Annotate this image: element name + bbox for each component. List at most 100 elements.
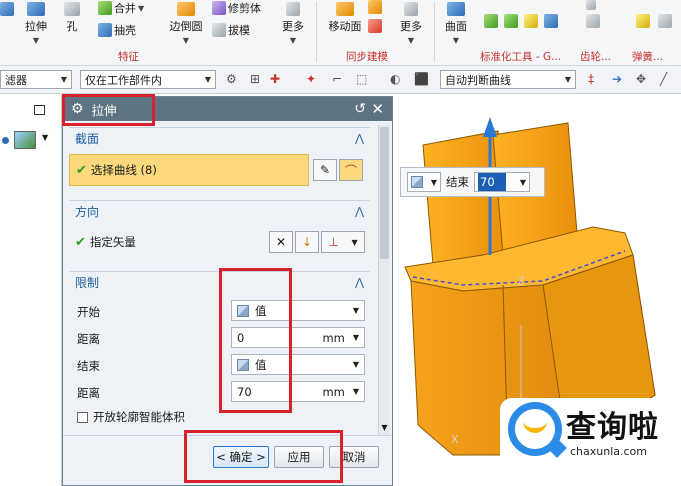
draft-label: 拔模 xyxy=(228,24,250,37)
shell-icon xyxy=(98,23,112,37)
chevron-down-icon[interactable]: ▼ xyxy=(42,133,48,142)
vector-type-select[interactable]: ⊥ ▼ xyxy=(321,231,365,253)
dialog-scrollbar[interactable]: ▼ xyxy=(378,125,390,435)
curve-rule-select[interactable]: 自动判断曲线 ▼ xyxy=(440,70,576,89)
apply-button[interactable]: 应用 xyxy=(274,446,324,468)
select-curve-row[interactable]: ✔ 选择曲线 (8) xyxy=(69,154,309,186)
sketch-section-button[interactable]: ✎ xyxy=(313,159,337,181)
value-icon xyxy=(237,304,249,317)
shell-button[interactable]: 抽壳 xyxy=(98,22,136,38)
scrollbar-thumb[interactable] xyxy=(380,127,389,259)
start-distance-input[interactable]: 0 mm ▼ xyxy=(231,327,365,348)
draft-button[interactable]: 拔模 xyxy=(212,22,250,38)
chevron-down-icon: ▼ xyxy=(430,177,437,187)
vector-arrowhead xyxy=(483,117,497,137)
draft-icon xyxy=(212,23,226,37)
shell-label: 抽壳 xyxy=(114,24,136,37)
box-select-icon[interactable]: ⬚ xyxy=(356,72,367,86)
chevron-down-icon: ▼ xyxy=(138,3,145,13)
section-header[interactable]: 截面 ⋀ xyxy=(69,127,370,149)
maximize-icon[interactable] xyxy=(34,105,45,115)
end-type-select[interactable]: ▼ xyxy=(407,172,441,192)
reverse-direction-button[interactable]: ✕ xyxy=(269,231,293,253)
cube-view-icon[interactable]: ⬛ xyxy=(414,72,429,86)
close-icon[interactable]: ✕ xyxy=(371,100,384,118)
more-button-1[interactable]: 更多 ▼ xyxy=(280,2,306,45)
chevron-up-icon[interactable]: ⋀ xyxy=(355,132,364,145)
combine-button[interactable]: 合并 ▼ xyxy=(98,0,144,16)
point-icon[interactable]: ✚ xyxy=(270,72,280,86)
sync-small-icons[interactable] xyxy=(368,0,382,33)
end-value: 值 xyxy=(255,357,267,372)
replace-face-icon xyxy=(368,0,382,14)
snap-icon[interactable]: ⚙ xyxy=(226,72,237,86)
value-icon xyxy=(411,176,423,188)
filter-select[interactable]: 滤器 ▼ xyxy=(0,70,72,89)
more-label-1: 更多 xyxy=(282,20,304,33)
scroll-down-icon[interactable]: ▼ xyxy=(379,423,390,435)
open-profile-checkbox[interactable] xyxy=(77,411,88,423)
move-face-button[interactable]: 移动面 xyxy=(326,2,364,34)
trim-body-icon xyxy=(212,1,226,15)
divider xyxy=(63,435,392,436)
more-button-2[interactable]: 更多 ▼ xyxy=(398,2,424,45)
limits-header[interactable]: 限制 ⋀ xyxy=(69,271,370,293)
end-distance-input[interactable]: 70 mm ▼ xyxy=(231,381,365,402)
stretch-label: 拉伸 xyxy=(25,20,47,33)
end-select[interactable]: 值 ▼ xyxy=(231,354,365,375)
scope-select[interactable]: 仅在工作部件内 ▼ xyxy=(80,70,216,89)
stretch-button[interactable]: 拉伸 ▼ xyxy=(22,2,50,45)
surface-icon xyxy=(447,2,465,16)
point-snap-icon[interactable]: ✦ xyxy=(306,72,316,86)
view-icon[interactable]: ◐ xyxy=(390,72,400,86)
chevron-up-icon[interactable]: ⋀ xyxy=(355,276,364,289)
vector-dialog-button[interactable]: ↓ xyxy=(295,231,319,253)
gear-icon-button[interactable] xyxy=(586,14,600,28)
std-tools-icons[interactable] xyxy=(484,14,558,28)
curve-icon: ⌒ xyxy=(344,163,357,178)
snap-point-icon[interactable]: ‡ xyxy=(588,72,594,86)
direction-header[interactable]: 方向 ⋀ xyxy=(69,200,370,222)
select-icon[interactable]: ⊞ xyxy=(250,72,260,86)
arrow-right-icon[interactable]: ➔ xyxy=(612,72,622,86)
more-label-2: 更多 xyxy=(400,20,422,33)
curve-button[interactable]: 曲面 ▼ xyxy=(442,2,470,45)
combine-label: 合并 xyxy=(114,2,136,15)
ok-button[interactable]: < 确定 > xyxy=(213,446,269,468)
select-curve-label: 选择曲线 (8) xyxy=(90,163,157,177)
edge-blend-button[interactable]: 边倒圆 ▼ xyxy=(168,2,204,45)
hole-button[interactable]: 孔 xyxy=(62,2,82,34)
step-icon[interactable]: ⌐ xyxy=(332,72,342,86)
group-feature-label: 特征 xyxy=(118,51,139,63)
distance-label-1: 距离 xyxy=(77,332,100,346)
open-profile-row[interactable]: 开放轮廓智能体积 xyxy=(69,408,370,426)
end-distance-popup[interactable]: ▼ 结束 70 ▼ xyxy=(400,167,545,197)
more-icon xyxy=(404,2,418,16)
chevron-down-icon: ▼ xyxy=(352,360,359,369)
end-popup-input[interactable]: 70 ▼ xyxy=(474,172,530,192)
limits-header-label: 限制 xyxy=(75,276,100,290)
axis-x-label: X xyxy=(451,433,459,446)
cancel-button[interactable]: 取消 xyxy=(329,446,379,468)
chevron-up-icon[interactable]: ⋀ xyxy=(355,205,364,218)
line-icon[interactable]: ╱ xyxy=(660,72,667,86)
check-icon: ✔ xyxy=(75,234,86,250)
top-small-icons[interactable] xyxy=(586,0,596,10)
gear-icon xyxy=(586,14,600,28)
dialog-titlebar[interactable]: ⚙ 拉伸 ↺ ✕ xyxy=(63,97,392,121)
more-icon xyxy=(286,2,300,16)
sketch-icon: ✎ xyxy=(319,163,331,177)
hole-label: 孔 xyxy=(66,20,78,33)
chevron-down-icon: ▼ xyxy=(182,36,190,45)
start-select[interactable]: 值 ▼ xyxy=(231,300,365,321)
spring-icons[interactable] xyxy=(636,14,672,28)
image-icon[interactable] xyxy=(14,131,36,149)
curve-select-button[interactable]: ⌒ xyxy=(339,159,363,181)
move-icon[interactable]: ✥ xyxy=(636,72,646,86)
ribbon-left-icon[interactable] xyxy=(0,2,14,16)
std-tool-icon xyxy=(524,14,538,28)
reset-icon[interactable]: ↺ xyxy=(354,101,366,117)
combine-icon xyxy=(98,1,112,15)
edge-blend-icon xyxy=(177,2,195,16)
trim-body-button[interactable]: 修剪体 xyxy=(212,0,261,16)
